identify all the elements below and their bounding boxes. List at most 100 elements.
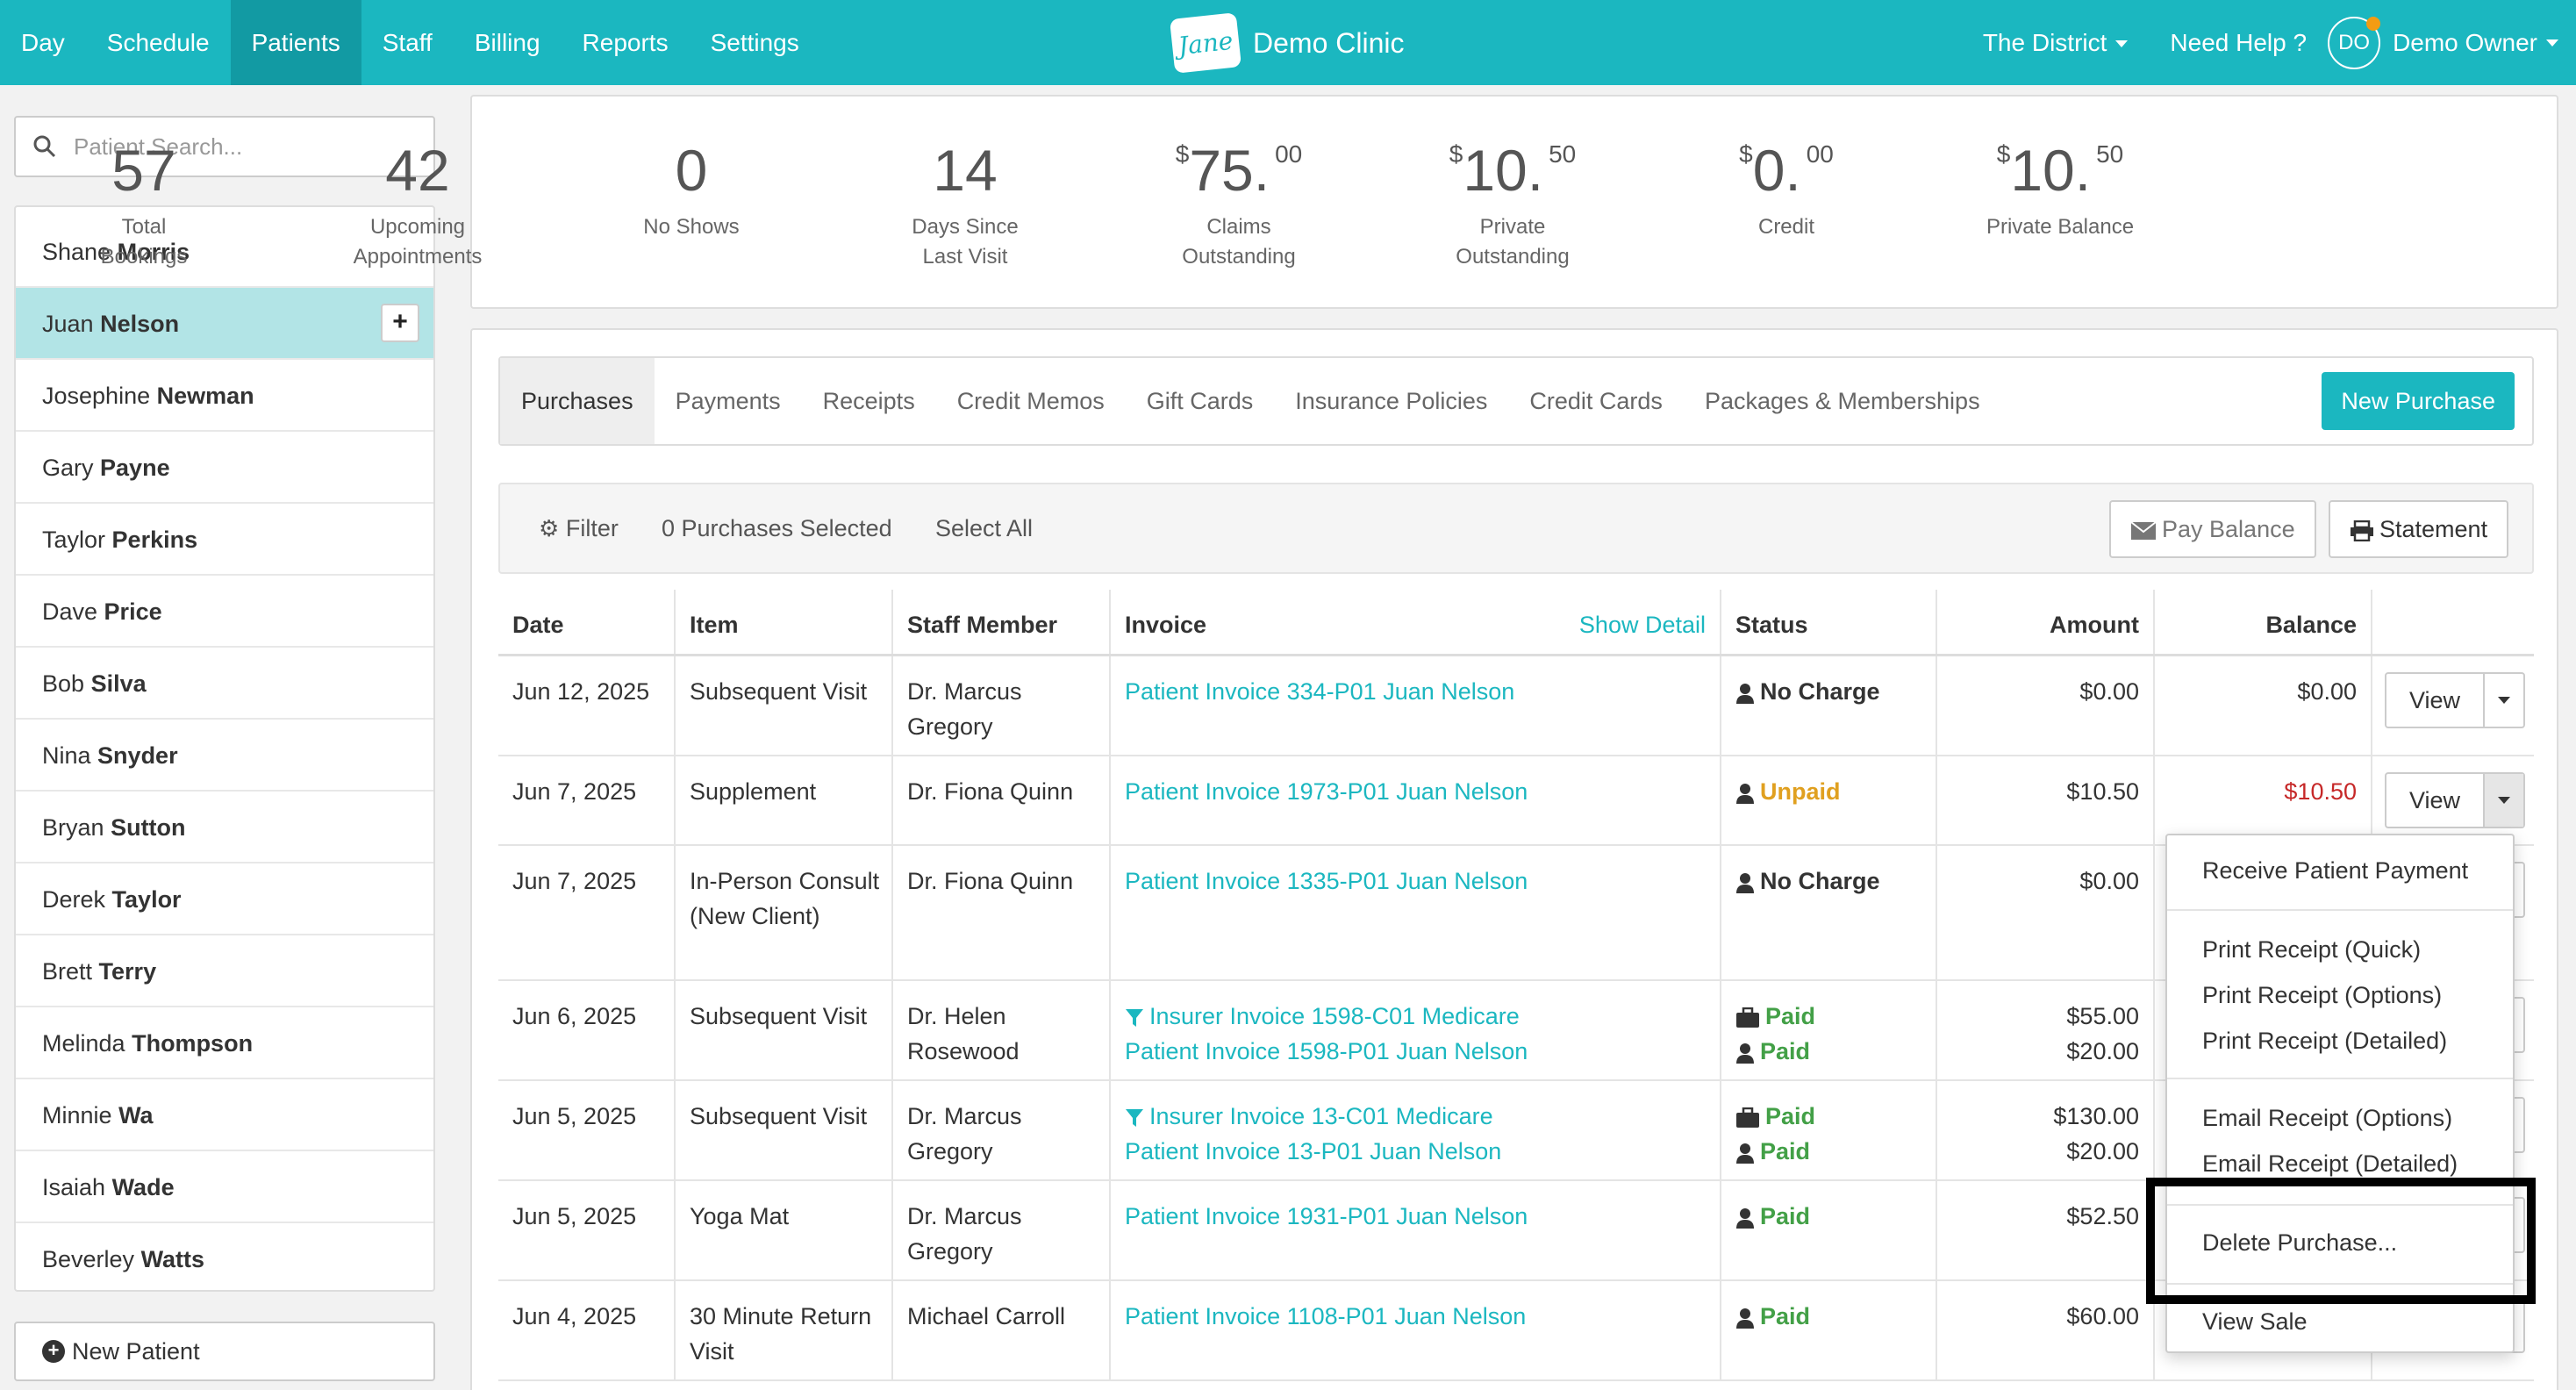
tab-credit-cards[interactable]: Credit Cards	[1508, 358, 1684, 444]
avatar: DO	[2328, 16, 2381, 69]
tab-purchases[interactable]: Purchases	[500, 358, 655, 444]
view-button-group: View	[2385, 772, 2525, 828]
status-text: Paid	[1760, 1203, 1811, 1229]
patient-list-item[interactable]: Bob Silva	[16, 648, 433, 720]
patient-list-item[interactable]: Josephine Newman	[16, 360, 433, 432]
invoice-text: Patient Invoice 1335-P01 Juan Nelson	[1125, 868, 1528, 894]
menu-item-email-receipt-options[interactable]: Email Receipt (Options)	[2202, 1100, 2452, 1136]
table-cell: Jun 4, 2025	[498, 1281, 674, 1379]
nav-right: The District Need Help ? DO Demo Owner	[1962, 0, 2576, 85]
header-date: Date	[512, 612, 564, 638]
patient-list-item[interactable]: Beverley Watts	[16, 1223, 433, 1290]
stat-number: 57	[111, 138, 176, 203]
insurer-invoice-link[interactable]: Insurer Invoice 1598-C01 Medicare	[1125, 999, 1528, 1034]
col-amount: Amount	[1936, 590, 2153, 654]
cell-invoice: Patient Invoice 1931-P01 Juan Nelson	[1125, 1199, 1528, 1234]
menu-item-view-sale[interactable]: View Sale	[2202, 1304, 2308, 1339]
cell-status: Paid Paid	[1735, 999, 1815, 1069]
tab-gift-cards[interactable]: Gift Cards	[1126, 358, 1275, 444]
cell-status: Paid	[1735, 1299, 1810, 1334]
patient-invoice-link[interactable]: Patient Invoice 1598-P01 Juan Nelson	[1125, 1034, 1528, 1069]
menu-item-print-receipt-quick[interactable]: Print Receipt (Quick)	[2202, 932, 2421, 967]
invoice-text: Patient Invoice 1973-P01 Juan Nelson	[1125, 778, 1528, 805]
invoice-text: Patient Invoice 1108-P01 Juan Nelson	[1125, 1303, 1527, 1329]
patient-invoice-link[interactable]: Patient Invoice 334-P01 Juan Nelson	[1125, 674, 1514, 709]
nav-item-settings[interactable]: Settings	[690, 0, 820, 85]
stat-cents: 00	[1806, 140, 1834, 168]
user-name: Demo Owner	[2393, 28, 2537, 56]
insurer-invoice-link[interactable]: Insurer Invoice 13-C01 Medicare	[1125, 1099, 1501, 1134]
nav-item-schedule[interactable]: Schedule	[86, 0, 231, 85]
nav-item-patients[interactable]: Patients	[230, 0, 361, 85]
patient-list-item[interactable]: Minnie Wa	[16, 1079, 433, 1151]
view-options-toggle[interactable]	[2483, 774, 2523, 827]
view-button[interactable]: View	[2386, 774, 2483, 827]
cell-amount: $10.50	[2066, 774, 2139, 809]
col-date: Date	[498, 590, 674, 654]
statement-button[interactable]: Statement	[2329, 500, 2509, 558]
patient-list-item[interactable]: Juan Nelson +	[16, 288, 433, 360]
tab-payments[interactable]: Payments	[655, 358, 802, 444]
cell-amount: $130.00 $20.00	[2053, 1099, 2139, 1169]
patient-invoice-link[interactable]: Patient Invoice 1973-P01 Juan Nelson	[1125, 774, 1528, 809]
selected-count: 0 Purchases Selected	[662, 515, 892, 541]
menu-item-print-receipt-options[interactable]: Print Receipt (Options)	[2202, 978, 2442, 1013]
patient-invoice-link[interactable]: Patient Invoice 1931-P01 Juan Nelson	[1125, 1199, 1528, 1234]
header-status: Status	[1735, 612, 1808, 638]
nav-item-staff[interactable]: Staff	[361, 0, 454, 85]
patient-list-item[interactable]: Dave Price	[16, 576, 433, 648]
brand[interactable]: Jane Demo Clinic	[1169, 12, 1404, 74]
tab-receipts[interactable]: Receipts	[802, 358, 936, 444]
stat-number: 42	[385, 138, 450, 203]
pay-balance-button[interactable]: Pay Balance	[2109, 500, 2316, 558]
plus-circle-icon: +	[42, 1340, 65, 1363]
patient-list-item[interactable]: Bryan Sutton	[16, 792, 433, 863]
help-link[interactable]: Need Help ?	[2149, 29, 2328, 57]
show-detail-link[interactable]: Show Detail	[1579, 607, 1706, 642]
view-button[interactable]: View	[2386, 674, 2483, 727]
patient-list-item[interactable]: Gary Payne	[16, 432, 433, 504]
tab-insurance-policies[interactable]: Insurance Policies	[1274, 358, 1508, 444]
menu-item-receive-patient-payment[interactable]: Receive Patient Payment	[2202, 853, 2468, 888]
cell-item: Subsequent Visit	[690, 678, 868, 705]
tab-credit-memos[interactable]: Credit Memos	[936, 358, 1126, 444]
stat-item: 0 No Shows	[569, 135, 814, 242]
table-cell: Dr. Fiona Quinn	[891, 756, 1109, 844]
new-purchase-button[interactable]: New Purchase	[2322, 372, 2515, 430]
patient-list-item[interactable]: Melinda Thompson	[16, 1007, 433, 1079]
patient-invoice-link[interactable]: Patient Invoice 13-P01 Juan Nelson	[1125, 1134, 1501, 1169]
patient-list-item[interactable]: Taylor Perkins	[16, 504, 433, 576]
menu-item-email-receipt-detailed[interactable]: Email Receipt (Detailed)	[2202, 1146, 2458, 1181]
tab-packages-memberships[interactable]: Packages & Memberships	[1684, 358, 2001, 444]
col-item: Item	[674, 590, 891, 654]
new-patient-button[interactable]: + New Patient	[14, 1322, 435, 1381]
chevron-down-icon	[2498, 797, 2510, 804]
cell-staff: Dr. Fiona Quinn	[907, 868, 1074, 894]
view-options-toggle[interactable]	[2483, 674, 2523, 727]
patient-invoice-link[interactable]: Patient Invoice 1335-P01 Juan Nelson	[1125, 863, 1528, 899]
menu-item-print-receipt-detailed[interactable]: Print Receipt (Detailed)	[2202, 1023, 2447, 1058]
patient-list-item[interactable]: Derek Taylor	[16, 863, 433, 935]
filter-button[interactable]: ⚙ Filter	[539, 484, 619, 572]
stat-label: Upcoming Appointments	[353, 215, 483, 269]
select-all-link[interactable]: Select All	[935, 484, 1033, 572]
patient-list-item[interactable]: Isaiah Wade	[16, 1151, 433, 1223]
status-badge: Paid	[1735, 999, 1815, 1034]
patient-list-item[interactable]: Nina Snyder	[16, 720, 433, 792]
patient-list-item[interactable]: Brett Terry	[16, 935, 433, 1007]
currency-symbol: $	[1739, 140, 1753, 168]
nav-item-billing[interactable]: Billing	[454, 0, 562, 85]
cell-invoice: Patient Invoice 334-P01 Juan Nelson	[1125, 674, 1514, 709]
user-menu[interactable]: DO Demo Owner	[2328, 16, 2576, 69]
add-icon[interactable]: +	[381, 304, 419, 342]
table-cell: $60.00	[1936, 1281, 2153, 1379]
nav-item-day[interactable]: Day	[0, 0, 86, 85]
location-dropdown[interactable]: The District	[1962, 29, 2150, 57]
status-badge: No Charge	[1735, 863, 1880, 899]
table-cell: Michael Carroll	[891, 1281, 1109, 1379]
cell-item: 30 Minute Return Visit	[690, 1303, 872, 1365]
invoice-text: Patient Invoice 1931-P01 Juan Nelson	[1125, 1203, 1528, 1229]
patient-invoice-link[interactable]: Patient Invoice 1108-P01 Juan Nelson	[1125, 1299, 1526, 1334]
amount-value: $52.50	[2066, 1203, 2139, 1229]
nav-item-reports[interactable]: Reports	[562, 0, 690, 85]
